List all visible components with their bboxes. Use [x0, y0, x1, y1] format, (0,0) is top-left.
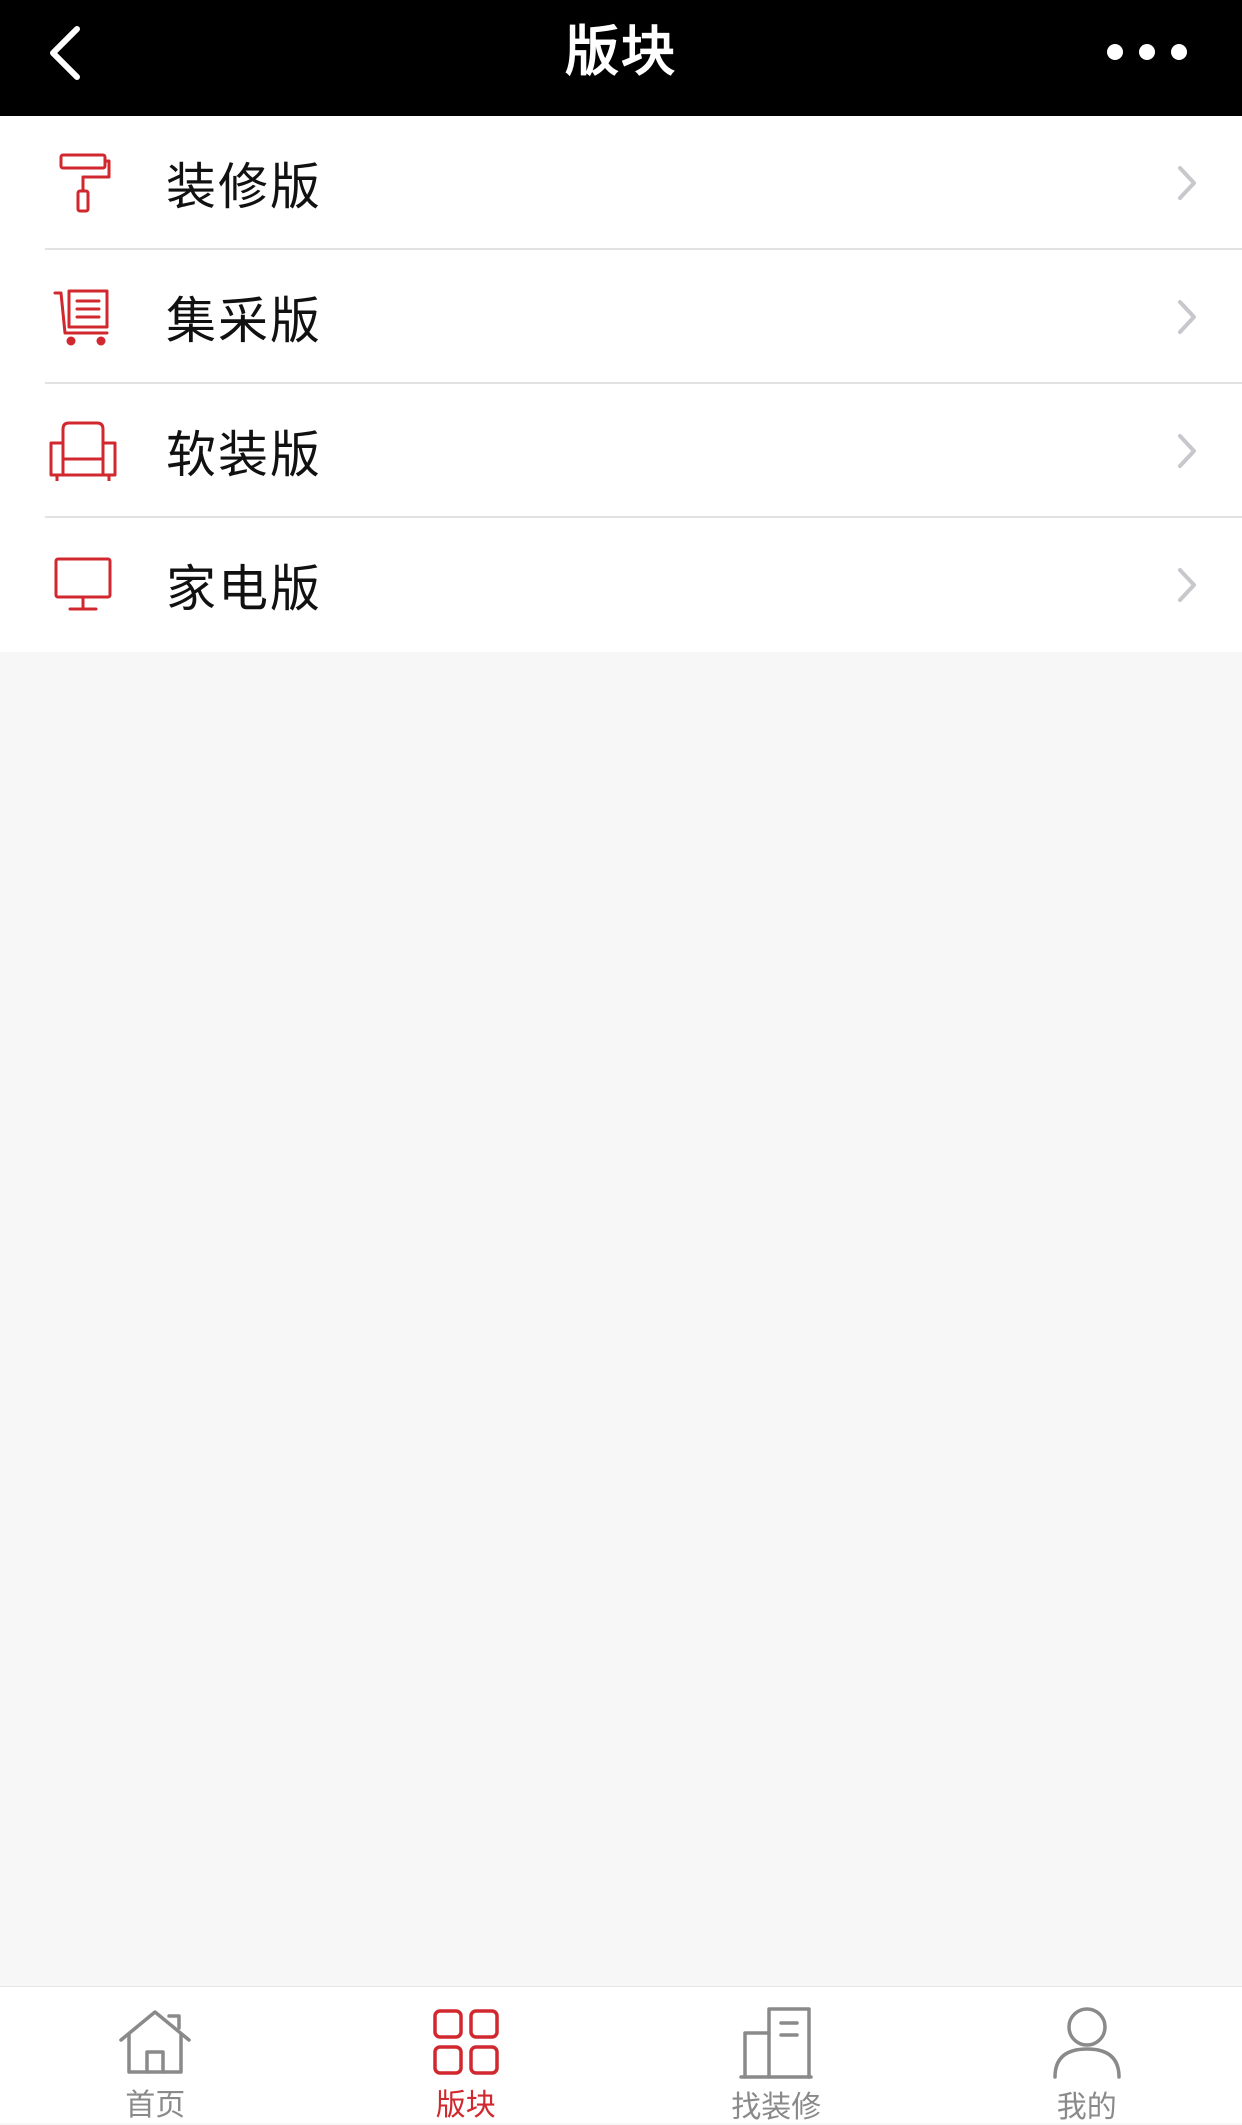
tab-label: 首页 — [125, 2089, 185, 2123]
section-item-appliances[interactable]: 家电版 — [0, 518, 1242, 652]
section-item-soft-furnishing[interactable]: 软装版 — [0, 384, 1242, 518]
page-title: 版块 — [0, 0, 1242, 104]
cart-icon — [46, 280, 120, 354]
tab-label: 找装修 — [731, 2091, 821, 2125]
grid-icon — [426, 2005, 506, 2079]
user-icon — [1047, 2005, 1127, 2081]
top-nav-bar: 版块 — [0, 0, 1242, 116]
tab-sections[interactable]: 版块 — [311, 1987, 622, 2123]
section-label: 集采版 — [166, 281, 322, 353]
tab-label: 我的 — [1057, 2091, 1117, 2125]
monitor-icon — [46, 548, 120, 622]
chevron-right-icon — [1172, 430, 1202, 472]
section-label: 家电版 — [166, 549, 322, 621]
tab-profile[interactable]: 我的 — [932, 1987, 1242, 2123]
tab-find-decoration[interactable]: 找装修 — [621, 1987, 932, 2123]
bottom-tab-bar: 首页 版块 找装修 — [0, 1986, 1242, 2123]
chevron-right-icon — [1172, 296, 1202, 338]
armchair-icon — [46, 414, 120, 488]
building-icon — [736, 2005, 816, 2081]
home-icon — [115, 2005, 195, 2079]
more-button[interactable] — [1092, 22, 1202, 82]
tab-home[interactable]: 首页 — [0, 1987, 311, 2123]
paint-roller-icon — [46, 146, 120, 220]
tab-label: 版块 — [436, 2089, 496, 2123]
section-list: 装修版 集采版 — [0, 116, 1242, 652]
section-label: 软装版 — [166, 415, 322, 487]
more-dots-icon — [1097, 40, 1197, 64]
section-label: 装修版 — [166, 147, 322, 219]
section-item-decoration[interactable]: 装修版 — [0, 116, 1242, 250]
section-item-purchasing[interactable]: 集采版 — [0, 250, 1242, 384]
chevron-right-icon — [1172, 162, 1202, 204]
chevron-right-icon — [1172, 564, 1202, 606]
